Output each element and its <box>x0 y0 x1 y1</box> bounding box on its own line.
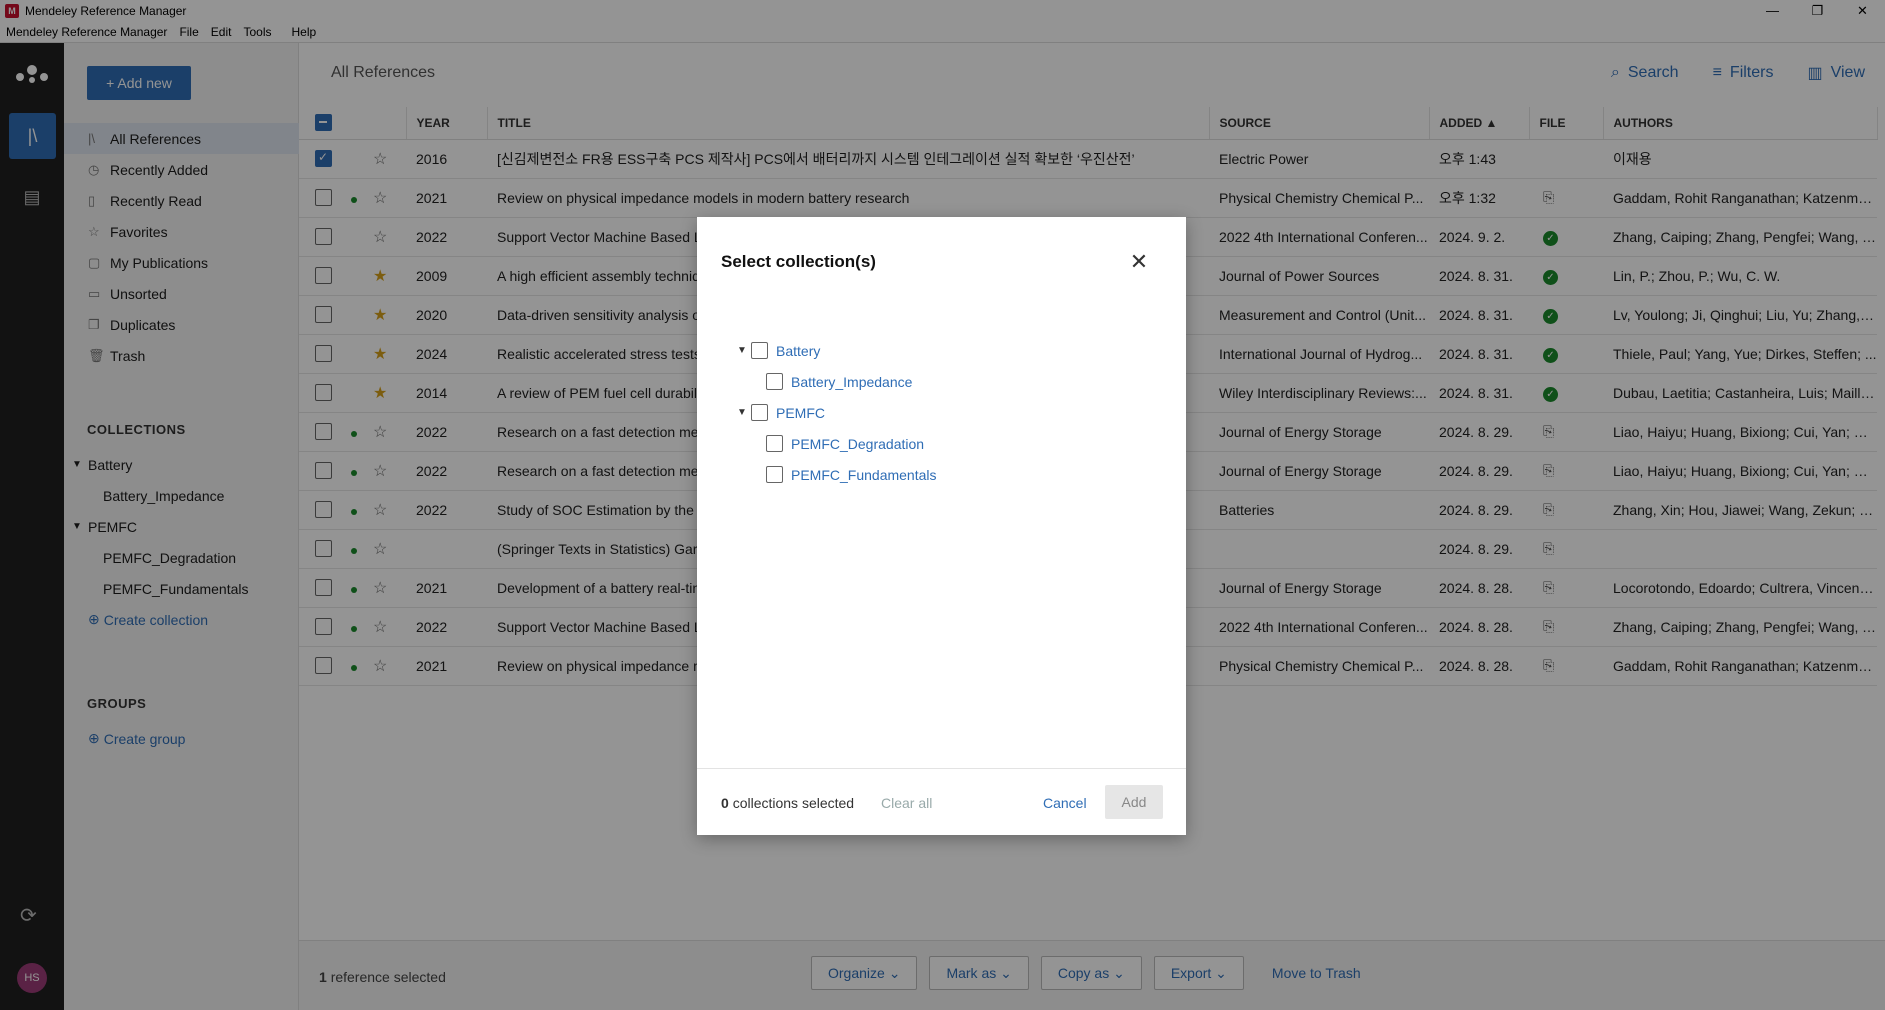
tree-label[interactable]: Battery <box>776 343 820 359</box>
close-icon[interactable]: ✕ <box>1127 249 1151 275</box>
tree-label[interactable]: PEMFC_Fundamentals <box>791 467 937 483</box>
cancel-button[interactable]: Cancel <box>1043 795 1087 811</box>
selection-count: 0 collections selected <box>721 795 854 811</box>
count-value: 0 <box>721 795 729 811</box>
add-button[interactable]: Add <box>1105 785 1163 819</box>
dialog-title: Select collection(s) <box>721 252 876 271</box>
checkbox-pemfc[interactable] <box>751 404 768 421</box>
checkbox-pemfc-degradation[interactable] <box>766 435 783 452</box>
tree-label[interactable]: PEMFC_Degradation <box>791 436 924 452</box>
dialog-footer: 0 collections selected Clear all Cancel … <box>697 768 1186 835</box>
count-label: collections selected <box>732 795 855 811</box>
tree-row-battery-impedance: Battery_Impedance <box>737 366 937 397</box>
tree-label[interactable]: PEMFC <box>776 405 825 421</box>
tree-row-pemfc-fundamentals: PEMFC_Fundamentals <box>737 459 937 490</box>
checkbox-battery-impedance[interactable] <box>766 373 783 390</box>
tree-row-pemfc: ▼ PEMFC <box>737 397 937 428</box>
caret-down-icon[interactable]: ▼ <box>737 407 751 418</box>
select-collections-dialog: Select collection(s) ✕ ▼ Battery Battery_… <box>697 217 1186 835</box>
tree-row-battery: ▼ Battery <box>737 335 937 366</box>
caret-down-icon[interactable]: ▼ <box>737 345 751 356</box>
checkbox-battery[interactable] <box>751 342 768 359</box>
clear-all-button[interactable]: Clear all <box>881 795 932 811</box>
collection-tree: ▼ Battery Battery_Impedance ▼ PEMFC PEMFC_… <box>737 335 937 490</box>
checkbox-pemfc-fundamentals[interactable] <box>766 466 783 483</box>
tree-label[interactable]: Battery_Impedance <box>791 374 912 390</box>
tree-row-pemfc-degradation: PEMFC_Degradation <box>737 428 937 459</box>
